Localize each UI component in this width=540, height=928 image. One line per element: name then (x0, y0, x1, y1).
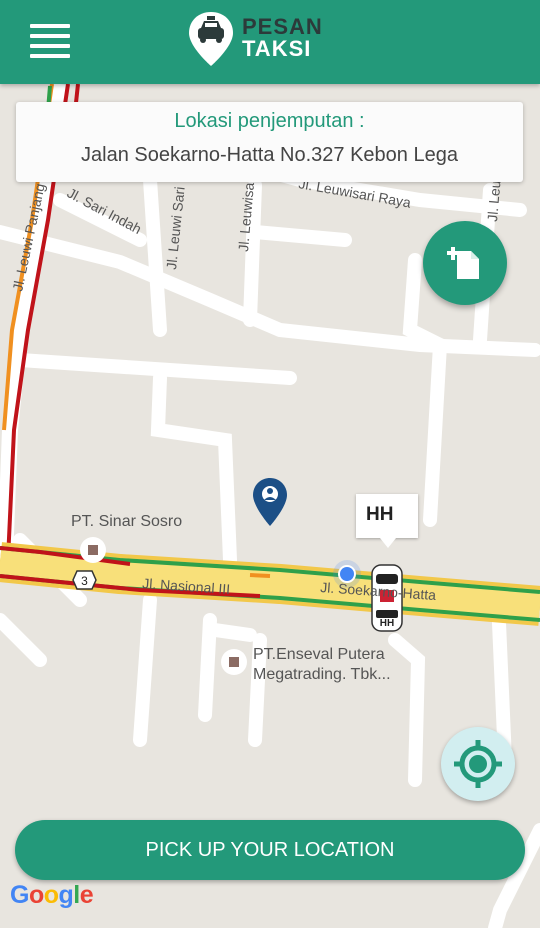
app-header: PESAN TAKSI (0, 0, 540, 84)
poi-label-line1: PT.Enseval Putera (253, 646, 385, 663)
logo-text-line1: PESAN (242, 14, 323, 39)
poi-marker-icon (88, 545, 98, 555)
pickup-title: Lokasi penjemputan : (174, 110, 365, 132)
add-document-icon (447, 247, 479, 279)
poi-label: PT. Sinar Sosro (71, 513, 183, 530)
taxi-pin-icon (189, 12, 233, 66)
menu-icon[interactable] (30, 24, 70, 58)
pick-up-location-button[interactable]: PICK UP YOUR LOCATION (15, 820, 525, 880)
logo-text-line2: TAKSI (242, 36, 312, 61)
my-location-button[interactable] (441, 727, 515, 801)
route-shield-number: 3 (81, 574, 88, 588)
crosshair-icon (454, 740, 502, 788)
taxi-plate-label: HH (380, 618, 394, 629)
poi-label-line2: Megatrading. Tbk... (253, 666, 391, 683)
poi-marker-icon (229, 657, 239, 667)
add-order-button[interactable] (423, 221, 507, 305)
taxi-info-bubble[interactable]: HH (356, 494, 418, 538)
map-view[interactable]: 3 HH Jl. Leuwi Panjang Jl. Sari Indah Jl… (0, 84, 540, 928)
bubble-pointer (380, 538, 396, 548)
current-location-dot-icon (340, 567, 354, 581)
pickup-location-card[interactable]: Lokasi penjemputan : Jalan Soekarno-Hatt… (16, 102, 523, 182)
google-attribution: Google (10, 881, 94, 909)
poi-label: PT.Enseval Putera Megatrading. Tbk... (253, 645, 391, 685)
app-logo: PESAN TAKSI (186, 10, 346, 70)
pickup-address: Jalan Soekarno-Hatta No.327 Kebon Lega (81, 144, 458, 166)
